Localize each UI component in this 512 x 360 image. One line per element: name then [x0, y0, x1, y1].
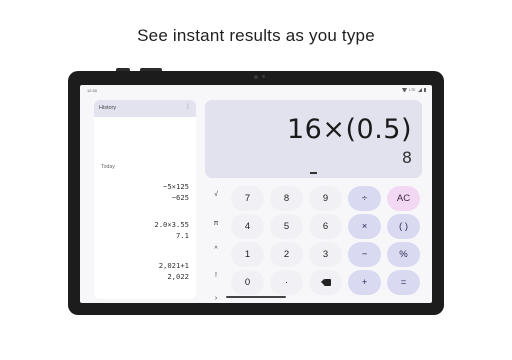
- multiply-key[interactable]: ×: [348, 214, 381, 239]
- signal-icon: [417, 87, 422, 92]
- tablet-device: 12:30 LTE History ⋮ Today −5×125 −625 2.…: [68, 68, 444, 315]
- percent-key[interactable]: %: [387, 242, 420, 267]
- status-icons: LTE: [402, 87, 426, 92]
- key-9[interactable]: 9: [309, 186, 342, 211]
- history-header: History ⋮: [94, 100, 196, 117]
- text-cursor: [310, 172, 317, 174]
- history-panel: History ⋮ Today −5×125 −625 2.0×3.55 7.1…: [94, 100, 196, 299]
- backspace-key[interactable]: [309, 270, 342, 295]
- history-expression: 2,021+1: [158, 261, 189, 270]
- key-5[interactable]: 5: [270, 214, 303, 239]
- calculator-app: 12:30 LTE History ⋮ Today −5×125 −625 2.…: [80, 85, 432, 303]
- equals-key[interactable]: =: [387, 270, 420, 295]
- all-clear-key[interactable]: AC: [387, 186, 420, 211]
- result-preview: 8: [401, 148, 412, 167]
- key-4[interactable]: 4: [231, 214, 264, 239]
- key-8[interactable]: 8: [270, 186, 303, 211]
- history-title: History: [99, 105, 117, 111]
- promo-headline: See instant results as you type: [137, 26, 375, 45]
- plus-key[interactable]: +: [348, 270, 381, 295]
- history-entry[interactable]: 2,021+1 2,022: [159, 261, 189, 282]
- backspace-icon: [320, 278, 331, 286]
- expand-sci-key[interactable]: ›: [208, 291, 224, 303]
- volume-button: [116, 68, 130, 71]
- key-3[interactable]: 3: [309, 242, 342, 267]
- front-camera: [254, 75, 258, 79]
- history-entry[interactable]: 2.0×3.55 7.1: [154, 220, 189, 241]
- key-7[interactable]: 7: [231, 186, 264, 211]
- battery-icon: [423, 87, 426, 92]
- history-expression: 2.0×3.55: [154, 220, 189, 229]
- power-button: [140, 68, 162, 71]
- key-0[interactable]: 0: [231, 270, 264, 295]
- wifi-icon: [402, 87, 408, 92]
- key-2[interactable]: 2: [270, 242, 303, 267]
- status-bar: 12:30 LTE: [80, 85, 432, 95]
- status-time: 12:30: [87, 88, 98, 93]
- factorial-key[interactable]: !: [208, 268, 224, 284]
- divide-key[interactable]: ÷: [348, 186, 381, 211]
- promo-page: See instant results as you type 12:30 LT…: [0, 0, 512, 360]
- history-section-label: Today: [101, 164, 115, 170]
- minus-key[interactable]: −: [348, 242, 381, 267]
- network-type: LTE: [409, 87, 416, 92]
- expression-field[interactable]: 16×(0.5): [287, 114, 412, 145]
- key-1[interactable]: 1: [231, 242, 264, 267]
- decimal-key[interactable]: ·: [270, 270, 303, 295]
- history-result: −625: [171, 193, 189, 202]
- history-result: 2,022: [167, 272, 189, 281]
- calculator-display: 16×(0.5) 8: [205, 100, 422, 178]
- camera-sensor: [262, 75, 265, 78]
- gesture-bar[interactable]: [226, 296, 286, 298]
- history-result: 7.1: [176, 231, 189, 240]
- pi-key[interactable]: π: [208, 216, 224, 232]
- sqrt-key[interactable]: √: [208, 187, 224, 203]
- history-expression: −5×125: [163, 182, 189, 191]
- power-key[interactable]: ^: [208, 242, 224, 258]
- key-6[interactable]: 6: [309, 214, 342, 239]
- history-entry[interactable]: −5×125 −625: [163, 182, 189, 203]
- more-vert-icon[interactable]: ⋮: [185, 104, 191, 110]
- parentheses-key[interactable]: ( ): [387, 214, 420, 239]
